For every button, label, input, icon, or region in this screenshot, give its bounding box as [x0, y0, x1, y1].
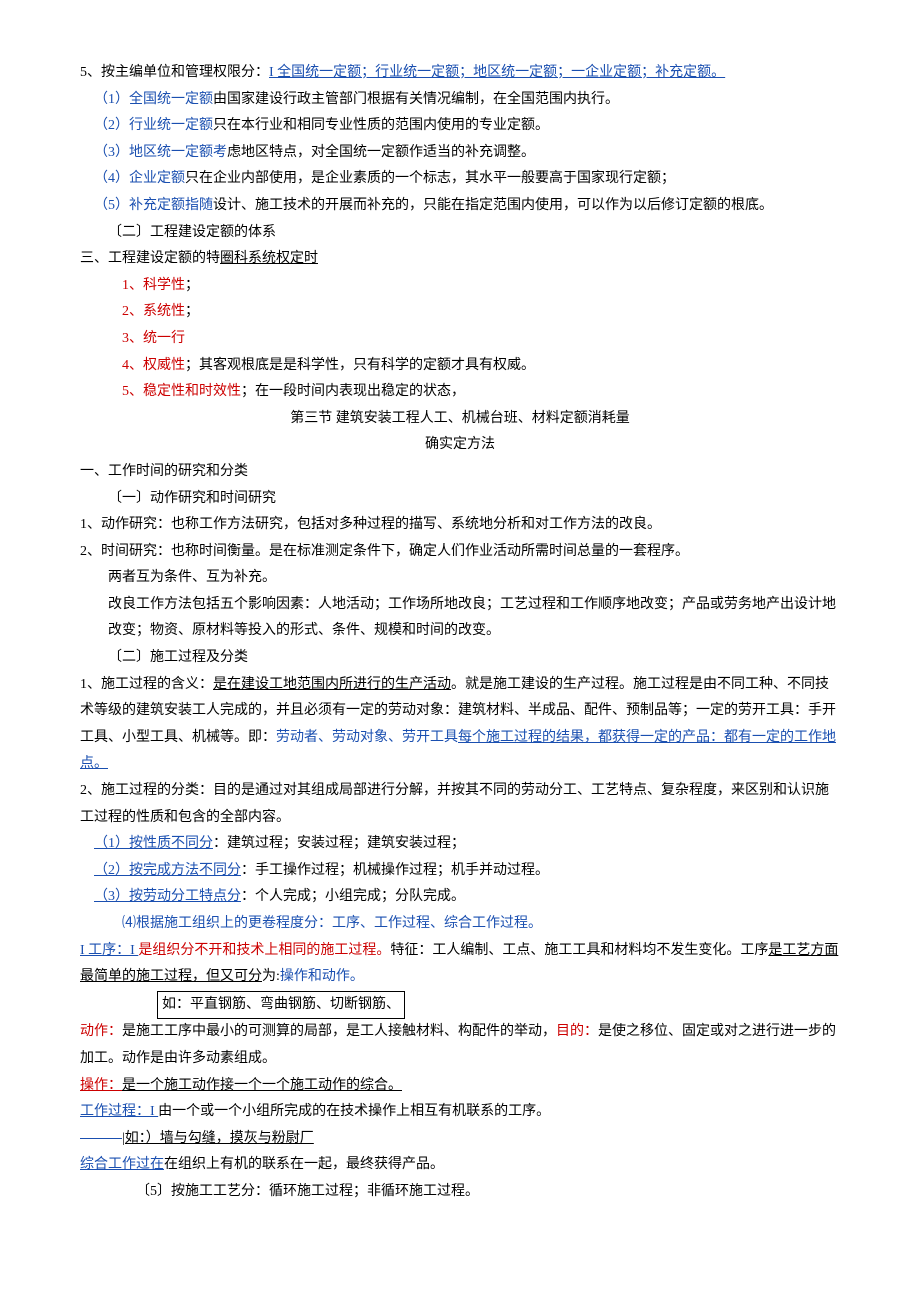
text: 三、工程建设定额的特	[80, 251, 220, 266]
line-3-3: 3、统一行	[80, 326, 840, 353]
text: 操作：	[80, 1078, 122, 1093]
example-2: |如：）墙与勾缝，摸灰与粉尉厂	[80, 1126, 840, 1153]
text: （1）按性质不同分	[94, 836, 213, 851]
text: 只在企业内部使用，是企业素质的一个标志，其水平一般要高于国家现行定额；	[185, 171, 675, 186]
text: （3）按劳动分工特点分	[94, 889, 241, 904]
para-3: 两者互为条件、互为补充。	[80, 565, 840, 592]
text: 稳定性和时效性	[143, 384, 241, 399]
text: 在组织上有机的联系在一起，最终获得产品。	[164, 1157, 444, 1172]
para-2: 2、时间研究：也称时间衡量。是在标准测定条件下，确定人们作业活动所需时间总量的一…	[80, 539, 840, 566]
line-5-1: （1）全国统一定额由国家建设行政主管部门根据有关情况编制，在全国范围内执行。	[80, 87, 840, 114]
text: ；其客观根底是是科学性，只有科学的定额才具有权威。	[185, 358, 535, 373]
line-3-2: 2、系统性；	[80, 299, 840, 326]
num: 1、	[122, 278, 143, 293]
num: 5、	[122, 384, 143, 399]
para-6: 2、施工过程的分类：目的是通过对其组成局部进行分解，并按其不同的劳动分工、工艺特…	[80, 778, 840, 831]
line-3-5: 5、稳定性和时效性；在一段时间内表现出稳定的状态，	[80, 379, 840, 406]
text: （4）企业定额	[94, 171, 185, 186]
text: 权威性	[143, 358, 185, 373]
num: 3、	[122, 331, 143, 346]
text: 虑地区特点，对全国统一定额作适当的补充调整。	[227, 145, 535, 160]
line-3-1: 1、科学性；	[80, 273, 840, 300]
text: （1）全国统一定额	[94, 92, 213, 107]
line-5-4: （4）企业定额只在企业内部使用，是企业素质的一个标志，其水平一般要高于国家现行定…	[80, 166, 840, 193]
caozuo: 操作：是一个施工动作接一个一个施工动作的综合。	[80, 1073, 840, 1100]
text: 统一行	[143, 331, 185, 346]
item-4: ⑷根据施工组织上的更卷程度分：工序、工作过程、综合工作过程。	[80, 911, 840, 938]
text: 工作过程：I	[80, 1104, 158, 1119]
text: 只在本行业和相同专业性质的范围内使用的专业定额。	[213, 118, 549, 133]
text: ：手工操作过程；机械操作过程；机手并动过程。	[241, 863, 549, 878]
line-5-5: （5）补充定额指随设计、施工技术的开展而补充的，只能在指定范围内使用，可以作为以…	[80, 193, 840, 220]
heading-1: 一、工作时间的研究和分类	[80, 459, 840, 486]
text: 5、按主编单位和管理权限分：	[80, 65, 269, 80]
line-three: 三、工程建设定额的特圈科系统权定时	[80, 246, 840, 273]
text: 劳动者、劳动对象、劳开工具	[276, 730, 458, 745]
boxed-text: 如：平直钢筋、弯曲钢筋、切断钢筋、	[157, 991, 405, 1020]
text: ；在一段时间内表现出稳定的状态，	[241, 384, 465, 399]
line-sub2: 〔二〕工程建设定额的体系	[80, 220, 840, 247]
text: 1、施工过程的含义：	[80, 677, 213, 692]
line-5: 5、按主编单位和管理权限分：I 全国统一定额；行业统一定额；地区统一定额；一企业…	[80, 60, 840, 87]
num: 4、	[122, 358, 143, 373]
item-2: （2）按完成方法不同分：手工操作过程；机械操作过程；机手并动过程。	[80, 858, 840, 885]
text: （2）按完成方法不同分	[94, 863, 241, 878]
text: 是在建设工地范围内所进行的生产活动	[213, 677, 451, 692]
item-3: （3）按劳动分工特点分：个人完成；小组完成；分队完成。	[80, 884, 840, 911]
text: 目的：	[556, 1024, 598, 1039]
text: |如：）墙与勾缝，摸灰与粉尉厂	[122, 1131, 314, 1146]
text: 动作：	[80, 1024, 122, 1039]
line-icon	[80, 1138, 122, 1139]
para-1: 1、动作研究：也称工作方法研究，包括对多种过程的描写、系统地分析和对工作方法的改…	[80, 512, 840, 539]
zonghe: 综合工作过在在组织上有机的联系在一起，最终获得产品。	[80, 1152, 840, 1179]
sub-1: 〔一〕动作研究和时间研究	[80, 486, 840, 513]
line-5-3: （3）地区统一定额考虑地区特点，对全国统一定额作适当的补充调整。	[80, 140, 840, 167]
text: （2）行业统一定额	[94, 118, 213, 133]
sub-2: 〔二〕施工过程及分类	[80, 645, 840, 672]
gongxu: I 工序：I 是组织分不开和技术上相同的施工过程。特征：工人编制、工点、施工工具…	[80, 938, 840, 991]
para-4: 改良工作方法包括五个影响因素：人地活动；工作场所地改良；工艺过程和工作顺序地改变…	[80, 592, 840, 645]
text: 圈科系统权定时	[220, 251, 318, 266]
example-box: 如：平直钢筋、弯曲钢筋、切断钢筋、	[80, 991, 840, 1020]
line-5-2: （2）行业统一定额只在本行业和相同专业性质的范围内使用的专业定额。	[80, 113, 840, 140]
text: （5）补充定额指随	[94, 198, 213, 213]
text: I 工序：I	[80, 943, 138, 958]
section-title: 第三节 建筑安装工程人工、机械台班、材料定额消耗量	[80, 406, 840, 433]
text: 是施工工序中最小的可测算的局部，是工人接触材料、构配件的举动，	[122, 1024, 556, 1039]
text: 是一个施工动作接一个一个施工动作的综合。	[122, 1078, 402, 1093]
gongzuo: 工作过程：I 由一个或一个小组所完成的在技术操作上相互有机联系的工序。	[80, 1099, 840, 1126]
link-text: I 全国统一定额；行业统一定额；地区统一定额；一企业定额；补充定额。	[269, 65, 725, 80]
text: 为:	[262, 969, 280, 984]
text: 系统性	[143, 304, 185, 319]
text: （3）地区统一定额考	[94, 145, 227, 160]
num: 2、	[122, 304, 143, 319]
text: ：建筑过程；安装过程；建筑安装过程；	[213, 836, 465, 851]
line-3-4: 4、权威性；其客观根底是是科学性，只有科学的定额才具有权威。	[80, 353, 840, 380]
para-5: 1、施工过程的含义：是在建设工地范围内所进行的生产活动。就是施工建设的生产过程。…	[80, 672, 840, 778]
text: ：个人完成；小组完成；分队完成。	[241, 889, 465, 904]
dongzuo: 动作：是施工工序中最小的可测算的局部，是工人接触材料、构配件的举动，目的：是使之…	[80, 1019, 840, 1072]
text: 科学性	[143, 278, 185, 293]
text: 是组织分不开和技术上相同的施工过程。	[138, 943, 390, 958]
text: ；	[185, 278, 199, 293]
item-1: （1）按性质不同分：建筑过程；安装过程；建筑安装过程；	[80, 831, 840, 858]
text: 操作和动作。	[280, 969, 364, 984]
item-5: 〔5〕按施工工艺分：循环施工过程；非循环施工过程。	[80, 1179, 840, 1206]
text: ；	[185, 304, 199, 319]
text: 由一个或一个小组所完成的在技术操作上相互有机联系的工序。	[158, 1104, 550, 1119]
text: 特征：工人编制、工点、施工工具和材料均不发生变化。工序	[390, 943, 768, 958]
section-subtitle: 确实定方法	[80, 432, 840, 459]
text: 设计、施工技术的开展而补充的，只能在指定范围内使用，可以作为以后修订定额的根底。	[213, 198, 773, 213]
text: 综合工作过在	[80, 1157, 164, 1172]
text: 由国家建设行政主管部门根据有关情况编制，在全国范围内执行。	[213, 92, 619, 107]
